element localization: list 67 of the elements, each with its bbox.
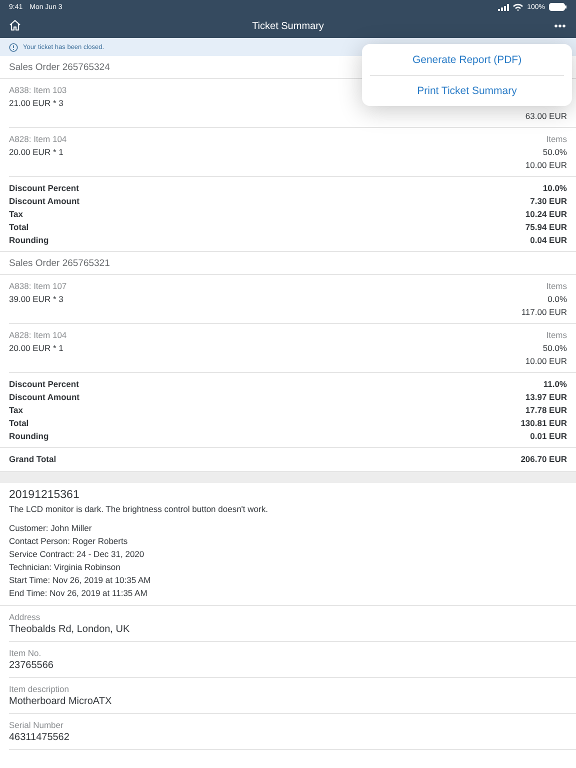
section-header: Sales Order 265765324 xyxy=(9,62,110,72)
total-value: 0.01 EUR xyxy=(530,430,567,443)
detail-line: Customer: John Miller xyxy=(9,522,93,535)
detail-line: Start Time: Nov 26, 2019 at 10:35 AM xyxy=(9,574,152,587)
total-value: 11.0% xyxy=(543,378,567,391)
total-label: Total xyxy=(9,221,29,234)
item-discount: 50.0% xyxy=(542,147,567,157)
signal-icon xyxy=(498,4,510,10)
total-label: Rounding xyxy=(9,234,49,247)
item-discount: 50.0% xyxy=(542,343,567,353)
more-icon[interactable] xyxy=(554,24,566,28)
field-label: Item No. xyxy=(9,647,42,659)
total-value: 7.30 EUR xyxy=(530,195,567,208)
item-price: 39.00 EUR * 3 xyxy=(9,294,64,305)
item-name: A828: Item 104 xyxy=(9,330,67,341)
detail-line: End Time: Nov 26, 2019 at 11:35 AM xyxy=(9,587,148,600)
item-name: A828: Item 104 xyxy=(9,134,67,145)
ticket-description: The LCD monitor is dark. The brightness control button doesn't work. xyxy=(9,503,269,516)
section-header: Sales Order 265765321 xyxy=(9,258,110,268)
battery-icon xyxy=(549,3,567,11)
window-title: Ticket Summary xyxy=(252,20,324,32)
item-amount: 10.00 EUR xyxy=(525,160,567,171)
total-value: 17.78 EUR xyxy=(525,404,567,417)
total-label: Discount Amount xyxy=(9,391,80,404)
field-label: Address xyxy=(9,611,42,623)
total-value: 13.97 EUR xyxy=(525,391,567,404)
total-label: Discount Amount xyxy=(9,195,80,208)
item-type: Items xyxy=(546,134,567,144)
grand-total-label: Grand Total xyxy=(9,453,56,466)
field-value: 46311475562 xyxy=(9,731,70,745)
field-label: Item description xyxy=(9,683,70,695)
total-label: Tax xyxy=(9,208,24,221)
total-label: Discount Percent xyxy=(9,182,79,195)
menu-item[interactable]: Generate Report (PDF) xyxy=(370,44,564,75)
info-icon xyxy=(9,42,18,52)
field-label: Serial Number xyxy=(9,719,64,731)
wifi-icon xyxy=(513,3,524,11)
detail-line: Contact Person: Roger Roberts xyxy=(9,535,129,548)
total-value: 130.81 EUR xyxy=(520,417,567,430)
field-value: Motherboard MicroATX xyxy=(9,695,113,709)
item-discount: 0.0% xyxy=(548,294,567,304)
field-value: 23765566 xyxy=(9,659,54,673)
item-name: A838: Item 107 xyxy=(9,281,67,292)
total-value: 10.24 EUR xyxy=(525,208,567,221)
total-label: Discount Percent xyxy=(9,378,79,391)
total-label: Total xyxy=(9,417,29,430)
total-value: 10.0% xyxy=(542,182,567,195)
total-value: 0.04 EUR xyxy=(530,234,567,247)
total-value: 75.94 EUR xyxy=(525,221,567,234)
home-icon[interactable] xyxy=(9,19,21,31)
menu-item[interactable]: Print Ticket Summary xyxy=(370,75,564,106)
item-price: 21.00 EUR * 3 xyxy=(9,98,64,109)
item-name: A838: Item 103 xyxy=(9,85,67,96)
item-type: Items xyxy=(546,330,567,340)
field-value: Theobalds Rd, London, UK xyxy=(9,623,131,637)
item-amount: 117.00 EUR xyxy=(521,307,567,318)
total-label: Rounding xyxy=(9,430,49,443)
item-price: 20.00 EUR * 1 xyxy=(9,343,64,354)
ticket-number: 20191215361 xyxy=(9,488,80,503)
item-type: Items xyxy=(546,281,567,291)
grand-total-value: 206.70 EUR xyxy=(520,453,567,466)
detail-line: Service Contract: 24 - Dec 31, 2020 xyxy=(9,548,146,561)
item-amount: 10.00 EUR xyxy=(525,356,567,367)
detail-line: Technician: Virginia Robinson xyxy=(9,561,122,574)
total-label: Tax xyxy=(9,404,24,417)
item-amount: 63.00 EUR xyxy=(525,111,567,122)
item-price: 20.00 EUR * 1 xyxy=(9,147,64,158)
